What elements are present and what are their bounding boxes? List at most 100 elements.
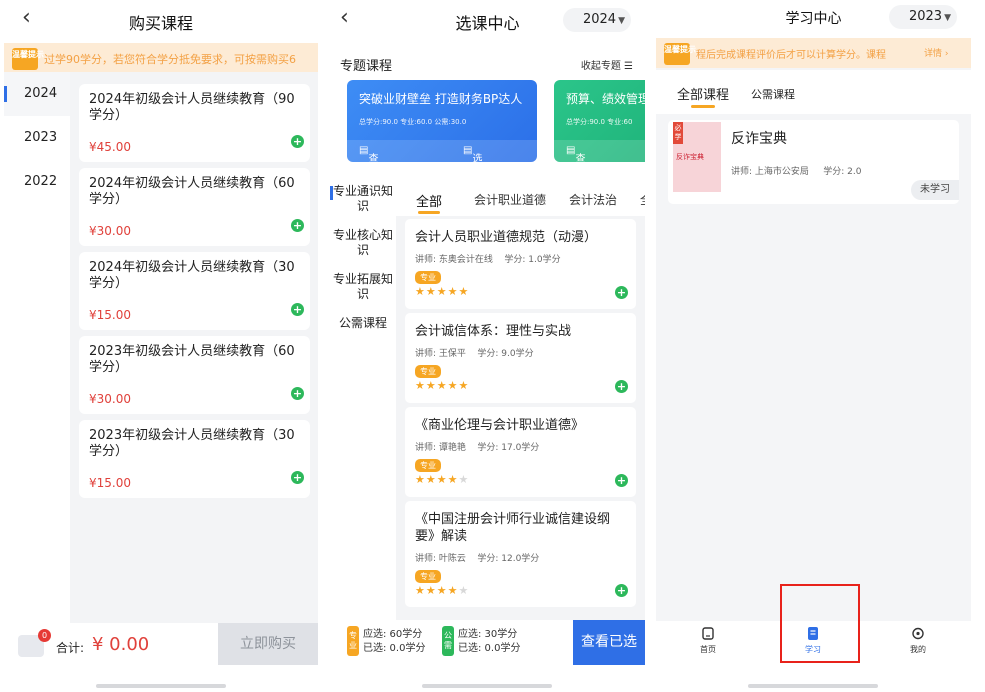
- cover-text: 反诈宝典: [676, 153, 704, 161]
- course-title: 会计诚信体系：理性与实战: [415, 324, 572, 339]
- course-title: 《商业伦理与会计职业道德》: [415, 418, 585, 433]
- selection-footer: 专业 应选: 60学分 已选: 0.0学分 公需 应选: 30学分 已选: 0.…: [330, 620, 645, 665]
- product-title: 2023年初级会计人员继续教育（30学分）: [89, 428, 295, 459]
- prof-required: 应选: 60学分: [363, 629, 423, 640]
- topic-title: 预算、绩效管理: [566, 92, 645, 106]
- topic-view-button[interactable]: ▤ 查看: [566, 145, 585, 162]
- rating-stars: ★★★★★: [415, 584, 470, 597]
- course-card[interactable]: 会计人员职业道德规范（动漫） 讲师: 东奥会计在线 学分: 1.0学分 专业 ★…: [405, 219, 636, 309]
- add-icon[interactable]: +: [615, 584, 628, 597]
- course-tag: 专业: [415, 365, 441, 378]
- course-meta: 讲师: 叶陈云 学分: 12.0学分: [415, 554, 540, 564]
- chevron-down-icon: ▼: [618, 16, 625, 26]
- add-icon[interactable]: +: [291, 303, 304, 316]
- category-item[interactable]: 专业通识知识: [330, 180, 396, 218]
- category-item[interactable]: 公需课程: [330, 312, 396, 335]
- tab-mine[interactable]: 我的: [898, 627, 938, 655]
- course-card[interactable]: 《中国注册会计师行业诚信建设纲要》解读 讲师: 叶陈云 学分: 12.0学分 专…: [405, 501, 636, 607]
- profile-icon: [912, 627, 924, 640]
- course-card[interactable]: 会计诚信体系：理性与实战 讲师: 王保平 学分: 9.0学分 专业 ★★★★★ …: [405, 313, 636, 403]
- header: ‹ 选课中心 2024 ▼: [330, 0, 645, 40]
- year-select[interactable]: 2023 ▼: [888, 5, 957, 29]
- category-item[interactable]: 专业拓展知识: [330, 268, 396, 306]
- add-icon[interactable]: +: [615, 286, 628, 299]
- course-cover: 必学 反诈宝典: [673, 122, 721, 192]
- year-select[interactable]: 2024 ▼: [562, 8, 631, 32]
- product-title: 2024年初级会计人员继续教育（90学分）: [89, 92, 295, 123]
- product-price: ¥30.00: [89, 224, 131, 238]
- public-tag: 公需: [442, 626, 454, 656]
- course-selection-screen: ‹ 选课中心 2024 ▼ 专题课程 收起专题 ☰ 突破业财壁垒 打造财务BP达人…: [330, 0, 645, 665]
- tab-all[interactable]: 全部: [416, 191, 442, 214]
- topic-view-button[interactable]: ▤ 查看: [359, 145, 378, 162]
- learning-center-screen: 学习中心 2023 ▼ 温馨提示 程后完成课程评价后才可以计算学分。课程 详情 ›…: [656, 0, 971, 665]
- status-badge: 未学习: [911, 180, 959, 200]
- topic-card[interactable]: 突破业财壁垒 打造财务BP达人 总学分:90.0 专业:60.0 公需:30.0…: [347, 80, 537, 162]
- add-icon[interactable]: +: [291, 471, 304, 484]
- total-amount: ¥ 0.00: [92, 634, 150, 655]
- topic-stats: 总学分:90.0 专业:60.0 公需:30.0: [359, 118, 467, 126]
- home-icon: [702, 627, 714, 640]
- notice-text: 程后完成课程评价后才可以计算学分。课程: [696, 50, 886, 61]
- topic-card[interactable]: 预算、绩效管理 总学分:90.0 专业:60 ▤ 查看: [554, 80, 645, 162]
- product-list: 2024年初级会计人员继续教育（90学分） ¥45.00 + 2024年初级会计…: [70, 72, 318, 637]
- year-value: 2024: [582, 12, 617, 27]
- product-title: 2024年初级会计人员继续教育（30学分）: [89, 260, 295, 291]
- add-icon[interactable]: +: [291, 135, 304, 148]
- year-value: 2023: [908, 9, 943, 24]
- product-card[interactable]: 2024年初级会计人员继续教育（60学分） ¥30.00 +: [79, 168, 310, 246]
- topic-stats: 总学分:90.0 专业:60: [566, 118, 633, 126]
- home-indicator: [748, 684, 878, 688]
- course-tabs: 全部课程 公需课程: [656, 70, 971, 114]
- purchase-footer: 0 合计: ¥ 0.00 立即购买: [4, 623, 318, 665]
- view-selected-button[interactable]: 查看已选: [573, 620, 645, 665]
- add-icon[interactable]: +: [615, 474, 628, 487]
- year-list: 2024 2023 2022: [4, 72, 70, 665]
- course-list: 全部 会计职业道德 会计法治 全 会计人员职业道德规范（动漫） 讲师: 东奥会计…: [396, 180, 645, 620]
- tab-ethics[interactable]: 会计职业道德: [474, 191, 546, 208]
- collapse-topics-button[interactable]: 收起专题 ☰: [581, 57, 633, 72]
- tab-law[interactable]: 会计法治: [569, 191, 617, 208]
- add-icon[interactable]: +: [291, 219, 304, 232]
- header: ‹ 购买课程: [4, 0, 318, 40]
- notice-bar: 温馨提示 程后完成课程评价后才可以计算学分。课程 详情 ›: [656, 38, 971, 68]
- course-title: 《中国注册会计师行业诚信建设纲要》解读: [415, 512, 611, 544]
- required-badge: 必学: [673, 122, 683, 144]
- tab-public-courses[interactable]: 公需课程: [751, 86, 795, 102]
- add-icon[interactable]: +: [615, 380, 628, 393]
- product-card[interactable]: 2024年初级会计人员继续教育（30学分） ¥15.00 +: [79, 252, 310, 330]
- section-title: 专题课程: [340, 59, 393, 74]
- purchase-screen: ‹ 购买课程 温馨提示 过学90学分，若您符合学分抵免要求，可按需购买6 202…: [4, 0, 318, 665]
- year-item-2024[interactable]: 2024: [4, 72, 70, 116]
- pub-required: 应选: 30学分: [458, 629, 518, 640]
- course-card[interactable]: 必学 反诈宝典 反诈宝典 讲师: 上海市公安局 学分: 2.0 未学习: [668, 120, 959, 204]
- topic-title: 突破业财壁垒 打造财务BP达人: [359, 92, 523, 106]
- total-label: 合计:: [56, 641, 85, 655]
- pub-selected: 已选: 0.0学分: [458, 643, 521, 654]
- category-list: 专业通识知识 专业核心知识 专业拓展知识 公需课程: [330, 180, 396, 620]
- add-icon[interactable]: +: [291, 387, 304, 400]
- tab-home[interactable]: 首页: [688, 627, 728, 655]
- cart-badge: 0: [38, 629, 51, 642]
- product-card[interactable]: 2023年初级会计人员继续教育（60学分） ¥30.00 +: [79, 336, 310, 414]
- professional-tag: 专业: [347, 626, 359, 656]
- product-price: ¥15.00: [89, 308, 131, 322]
- topic-actions: ▤ 查看: [554, 140, 645, 162]
- notice-detail-link[interactable]: 详情 ›: [924, 46, 948, 59]
- course-card[interactable]: 《商业伦理与会计职业道德》 讲师: 谭艳艳 学分: 17.0学分 专业 ★★★★…: [405, 407, 636, 497]
- product-title: 2023年初级会计人员继续教育（60学分）: [89, 344, 295, 375]
- tab-more[interactable]: 全: [640, 191, 645, 208]
- course-meta: 讲师: 王保平 学分: 9.0学分: [415, 349, 534, 359]
- topic-actions: ▤ 查看 ▤ 选择专题: [347, 140, 537, 162]
- year-item-2023[interactable]: 2023: [4, 116, 70, 160]
- course-tag: 专业: [415, 459, 441, 472]
- product-card[interactable]: 2024年初级会计人员继续教育（90学分） ¥45.00 +: [79, 84, 310, 162]
- select-topic-button[interactable]: ▤ 选择专题: [463, 145, 482, 162]
- year-item-2022[interactable]: 2022: [4, 160, 70, 204]
- rating-stars: ★★★★★: [415, 473, 470, 486]
- tab-all-courses[interactable]: 全部课程: [677, 84, 729, 108]
- category-item[interactable]: 专业核心知识: [330, 224, 396, 262]
- product-card[interactable]: 2023年初级会计人员继续教育（30学分） ¥15.00 +: [79, 420, 310, 498]
- buy-now-button[interactable]: 立即购买: [218, 623, 318, 665]
- product-price: ¥30.00: [89, 392, 131, 406]
